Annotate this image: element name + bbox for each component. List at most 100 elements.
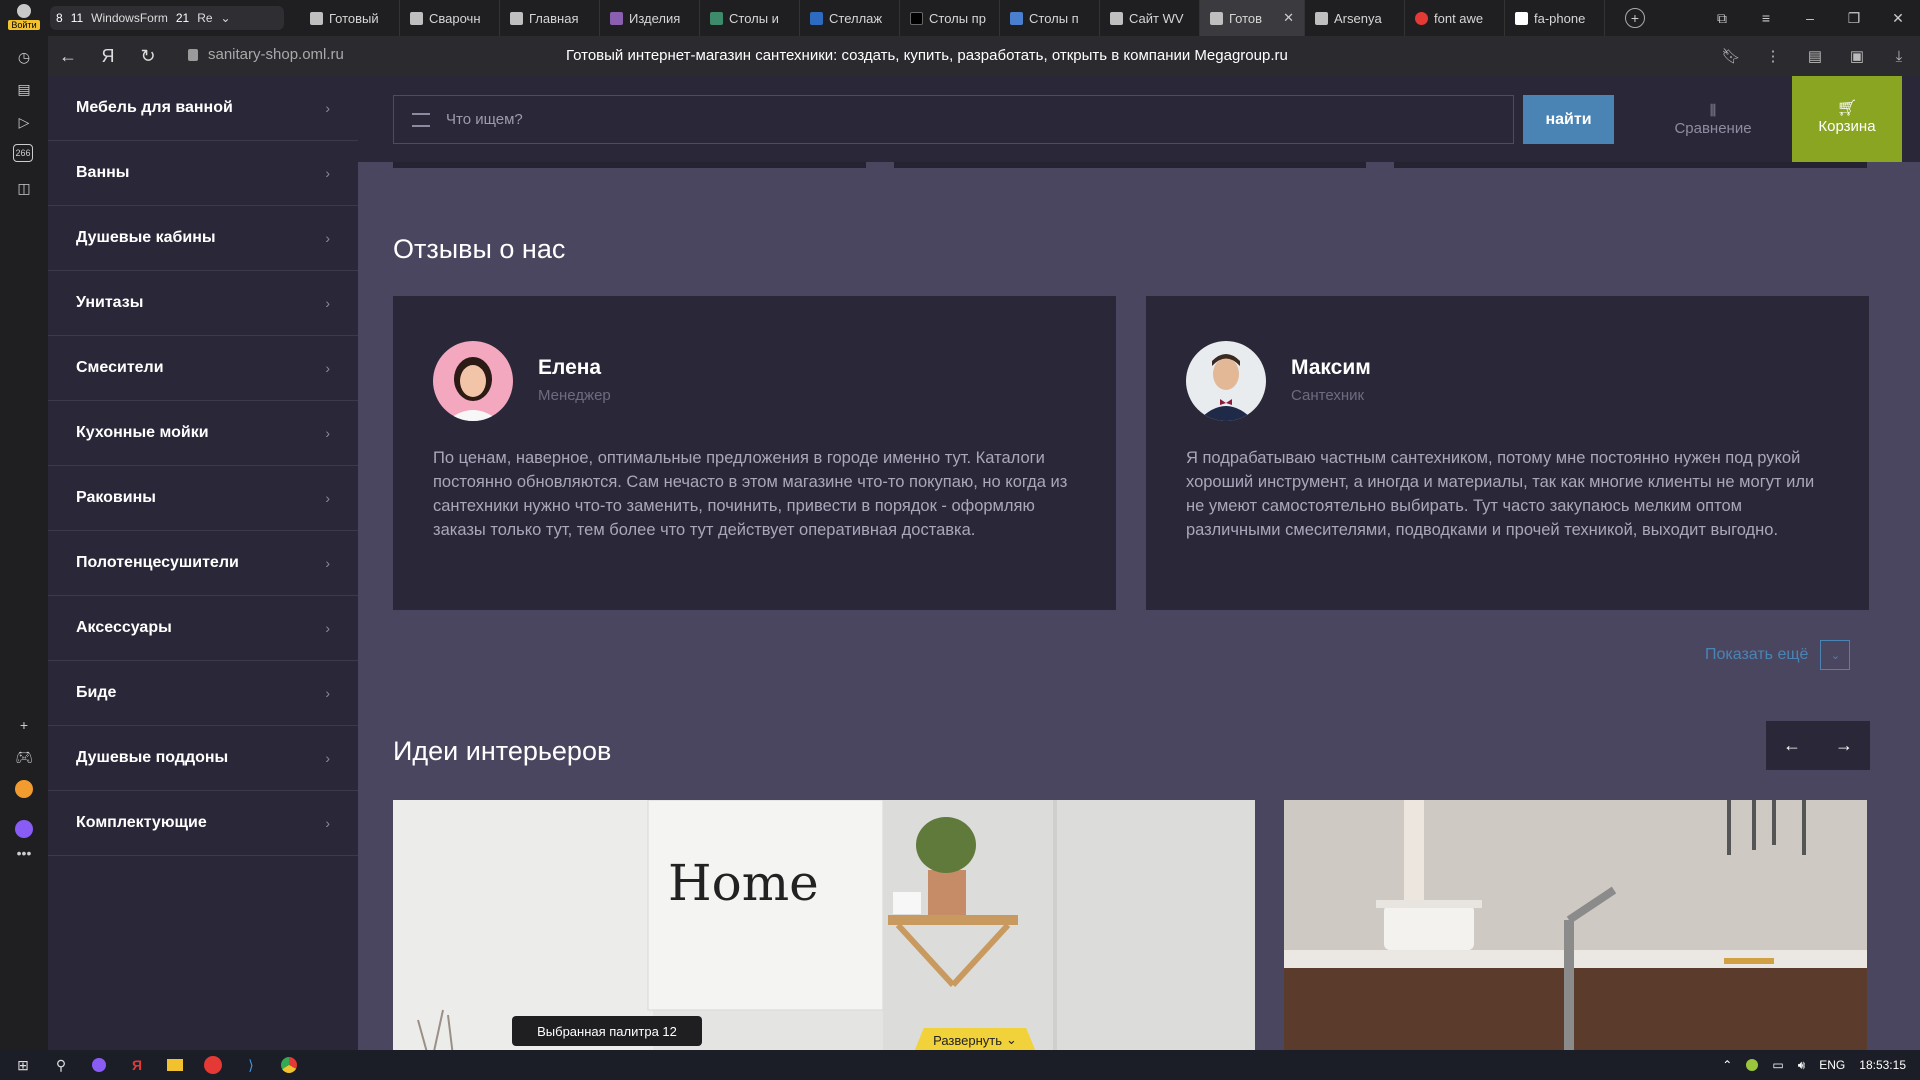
tab[interactable]: Главная	[500, 0, 600, 36]
tab-label: Столы пр	[929, 10, 986, 26]
catalog-item[interactable]: Мебель для ванной ›	[48, 76, 358, 141]
alice-app-icon[interactable]	[88, 1054, 110, 1076]
notes-icon[interactable]: ▤	[13, 78, 35, 100]
review-author-role: Сантехник	[1291, 387, 1365, 404]
close-icon[interactable]: ✕	[1283, 10, 1294, 26]
minimize-icon[interactable]: –	[1788, 0, 1832, 36]
bookmarks-panel-icon[interactable]: ⧉	[1700, 0, 1744, 36]
chrome-icon[interactable]	[278, 1054, 300, 1076]
catalog-sidebar: Мебель для ванной › Ванны › Душевые кабины…	[48, 76, 358, 1056]
review-author-name: Максим	[1291, 356, 1371, 379]
tab[interactable]: Стеллаж	[800, 0, 900, 36]
tab[interactable]: fa-phone	[1505, 0, 1605, 36]
catalog-item[interactable]: Аксессуары ›	[48, 596, 358, 661]
chevron-right-icon: ›	[325, 360, 330, 376]
carousel-next-button[interactable]: →	[1818, 721, 1870, 770]
new-tab-button[interactable]: +	[1625, 8, 1645, 28]
volume-icon[interactable]: 🔊︎	[1798, 1058, 1806, 1073]
more-dots-icon[interactable]: •••	[13, 842, 35, 864]
chevron-down-icon: ⌄	[1006, 1032, 1017, 1047]
restore-icon[interactable]: ❐	[1832, 0, 1876, 36]
catalog-item[interactable]: Смесители ›	[48, 336, 358, 401]
expand-panel-button[interactable]: Развернуть ⌄	[914, 1028, 1036, 1052]
tab[interactable]: Готовый	[300, 0, 400, 36]
home-artwork-text: Home	[668, 854, 819, 912]
downloads-icon[interactable]: ⤓	[1878, 48, 1920, 65]
tab-label: Сайт WV	[1129, 10, 1184, 26]
catalog-item[interactable]: Биде ›	[48, 661, 358, 726]
extension-icon[interactable]: ▣	[1836, 47, 1878, 65]
page-icon	[510, 11, 523, 25]
menu-icon[interactable]: ≡	[1744, 0, 1788, 36]
bookmark-icon[interactable]: 🔖︎	[1710, 47, 1752, 65]
chevron-down-icon[interactable]: ⌄	[221, 11, 231, 25]
profile-button[interactable]: Войти	[6, 2, 42, 34]
catalog-item[interactable]: Душевые поддоны ›	[48, 726, 358, 791]
tray-app-icon[interactable]	[1746, 1059, 1759, 1071]
catalog-item[interactable]: Полотенцесушители ›	[48, 531, 358, 596]
browser-side-panel: ◷ ▤ ▷ 266 ◫ + 🎮︎ •••	[0, 36, 48, 1056]
yandex-app-icon[interactable]: Я	[126, 1054, 148, 1076]
filter-icon[interactable]	[412, 112, 430, 127]
carousel-prev-button[interactable]: ←	[1766, 721, 1818, 770]
search-icon[interactable]: ⚲	[50, 1054, 72, 1076]
tab-label: fa-phone	[1534, 10, 1586, 26]
clock[interactable]: 18:53:15	[1859, 1058, 1906, 1072]
catalog-item[interactable]: Кухонные мойки ›	[48, 401, 358, 466]
yandex-browser-icon[interactable]	[202, 1054, 224, 1076]
catalog-item-label: Душевые кабины	[76, 229, 216, 246]
review-card: Максим Сантехник Я подрабатываю частным …	[1146, 296, 1869, 610]
tab[interactable]: Столы п	[1000, 0, 1100, 36]
tab[interactable]: Изделия	[600, 0, 700, 36]
tab[interactable]: Сварочн	[400, 0, 500, 36]
catalog-item-label: Раковины	[76, 489, 156, 506]
chevron-right-icon: ›	[325, 750, 330, 766]
tab[interactable]: Arsenya	[1305, 0, 1405, 36]
catalog-item[interactable]: Унитазы ›	[48, 271, 358, 336]
close-window-icon[interactable]: ✕	[1876, 0, 1920, 36]
history-icon[interactable]: ◷	[13, 46, 35, 68]
compare-button[interactable]: ⫼ Сравнение	[1658, 102, 1768, 137]
alice-icon[interactable]	[13, 818, 35, 840]
tab-label: Изделия	[629, 10, 681, 26]
url-field[interactable]: sanitary-shop.oml.ru	[188, 46, 344, 63]
tray-chevron-icon[interactable]: ⌃	[1722, 1058, 1732, 1072]
chevron-down-icon: ⌄	[1820, 640, 1851, 670]
windows-start-icon[interactable]: ⊞	[12, 1054, 34, 1076]
cart-button[interactable]: 🛒︎ Корзина	[1792, 76, 1902, 162]
network-icon[interactable]: ▭	[1772, 1058, 1783, 1072]
vscode-icon[interactable]: ⟩	[240, 1054, 262, 1076]
reload-icon[interactable]: ↻	[128, 36, 168, 76]
file-explorer-icon[interactable]	[164, 1054, 186, 1076]
more-icon[interactable]: ⋮	[1752, 47, 1794, 65]
catalog-item-label: Душевые поддоны	[76, 749, 229, 766]
app-icon[interactable]	[13, 778, 35, 800]
search-input[interactable]: Что ищем?	[393, 95, 1514, 144]
yandex-icon[interactable]: Я	[88, 36, 128, 76]
tab[interactable]: font awe	[1405, 0, 1505, 36]
catalog-item[interactable]: Раковины ›	[48, 466, 358, 531]
tab-group-count: 21	[175, 11, 190, 25]
interior-idea-image[interactable]	[1284, 800, 1867, 1056]
games-icon[interactable]: 🎮︎	[13, 746, 35, 768]
search-button[interactable]: найти	[1523, 95, 1614, 144]
tab-group[interactable]: 8 11 WindowsForm 21 Re ⌄	[50, 6, 284, 30]
tab[interactable]: Сайт WV	[1100, 0, 1200, 36]
catalog-item[interactable]: Душевые кабины ›	[48, 206, 358, 271]
screenshot-icon[interactable]: ◫	[13, 177, 35, 199]
catalog-item[interactable]: Комплектующие ›	[48, 791, 358, 856]
show-more-button[interactable]: Показать ещё ⌄	[1705, 640, 1851, 670]
site-header: Что ищем? найти ⫼ Сравнение 🛒︎ Корзина	[358, 76, 1920, 162]
play-icon[interactable]: ▷	[13, 111, 35, 133]
tab-active[interactable]: Готов ✕	[1200, 0, 1305, 36]
chevron-right-icon: ›	[325, 100, 330, 116]
collections-icon[interactable]: ▤	[1794, 47, 1836, 65]
back-icon[interactable]: ←	[48, 36, 88, 76]
tab[interactable]: Столы пр	[900, 0, 1000, 36]
add-icon[interactable]: +	[13, 714, 35, 736]
language-indicator[interactable]: ENG	[1819, 1058, 1845, 1072]
tab[interactable]: Столы и	[700, 0, 800, 36]
review-text: По ценам, наверное, оптимальные предложе…	[433, 449, 1068, 539]
catalog-item[interactable]: Ванны ›	[48, 141, 358, 206]
counter-badge[interactable]: 266	[13, 144, 33, 162]
